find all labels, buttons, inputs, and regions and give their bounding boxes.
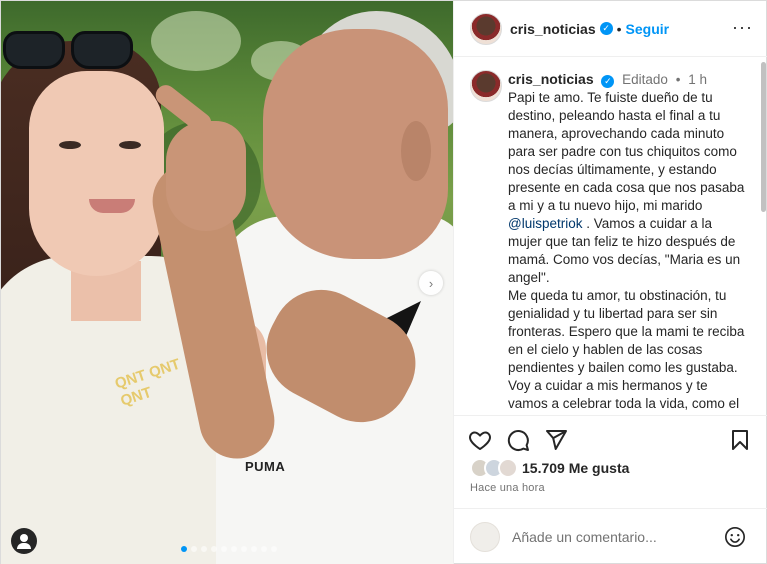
save-button[interactable] [728,428,752,452]
liker-avatars [470,458,518,478]
post-side-panel: cris_noticias ✓ • Seguir ··· cris_notici… [453,1,767,564]
carousel-dot [261,546,267,552]
mention-link[interactable]: @luispetriok [508,216,582,231]
separator-dot: • [675,72,681,87]
edited-label: Editado [622,72,668,87]
caption-body: cris_noticias ✓ Editado • 1 h Papi te am… [508,70,748,414]
caption-text: Papi te amo. Te fuiste dueño de tu desti… [508,90,745,213]
caption-scrollbar[interactable] [760,58,767,414]
likes-row[interactable]: 15.709 Me gusta [470,458,629,478]
caption-paragraph: Me queda tu amor, tu obstinación, tu gen… [508,287,748,414]
post-timestamp[interactable]: Hace una hora [470,482,545,494]
comment-input[interactable] [512,529,732,545]
carousel-next-button[interactable]: › [419,271,443,295]
likes-count[interactable]: 15.709 Me gusta [522,460,629,476]
viewer-avatar [470,522,500,552]
woman-smile [89,199,135,213]
comment-icon [507,429,529,451]
post-header: cris_noticias ✓ • Seguir ··· [454,1,767,57]
instagram-post: QNT QNT QNT PUMA › cris_noticias ✓ • Seg… [0,0,767,564]
woman-face [29,71,164,276]
bookmark-icon [732,430,748,450]
carousel-indicator [181,546,277,552]
caption-author-avatar[interactable] [470,70,502,102]
share-button[interactable] [544,428,568,452]
author-username[interactable]: cris_noticias [510,21,596,37]
user-tag-icon [20,534,28,542]
carousel-dot [271,546,277,552]
emoji-button[interactable] [724,526,746,548]
author-avatar[interactable] [470,12,502,45]
more-horizontal-icon: ··· [732,17,753,37]
post-photo[interactable]: QNT QNT QNT PUMA › [1,1,453,564]
scrollbar-thumb[interactable] [761,62,766,212]
heart-icon [469,431,491,450]
background-foliage [151,11,241,71]
carousel-dot [201,546,207,552]
caption-section: cris_noticias ✓ Editado • 1 h Papi te am… [454,58,767,414]
user-tag-button[interactable] [11,528,37,554]
like-button[interactable] [468,428,492,452]
carousel-dot [231,546,237,552]
caption-username[interactable]: cris_noticias [508,71,594,87]
carousel-dot [221,546,227,552]
carousel-dot [241,546,247,552]
carousel-dot [191,546,197,552]
verified-badge-icon: ✓ [599,22,613,35]
carousel-dot [211,546,217,552]
comment-bar [454,508,767,564]
man-hand [166,121,246,231]
puma-text: PUMA [245,459,286,474]
comment-button[interactable] [506,428,530,452]
emoji-icon [725,527,745,547]
caption-text: Me queda tu amor, tu obstinación, tu gen… [508,288,745,411]
woman-eye [119,141,141,149]
caption-time[interactable]: 1 h [688,72,707,87]
follow-button[interactable]: Seguir [626,21,670,37]
carousel-dot [181,546,187,552]
verified-badge-icon: ✓ [601,74,615,88]
action-bar [454,415,767,463]
send-icon [546,429,567,450]
sunglasses [3,31,137,73]
more-options-button[interactable]: ··· [732,17,753,37]
man-ear [401,121,431,181]
separator-dot: • [616,20,622,37]
carousel-dot [251,546,257,552]
caption-paragraph: Papi te amo. Te fuiste dueño de tu desti… [508,89,748,287]
woman-eye [59,141,81,149]
chevron-right-icon: › [428,275,434,291]
